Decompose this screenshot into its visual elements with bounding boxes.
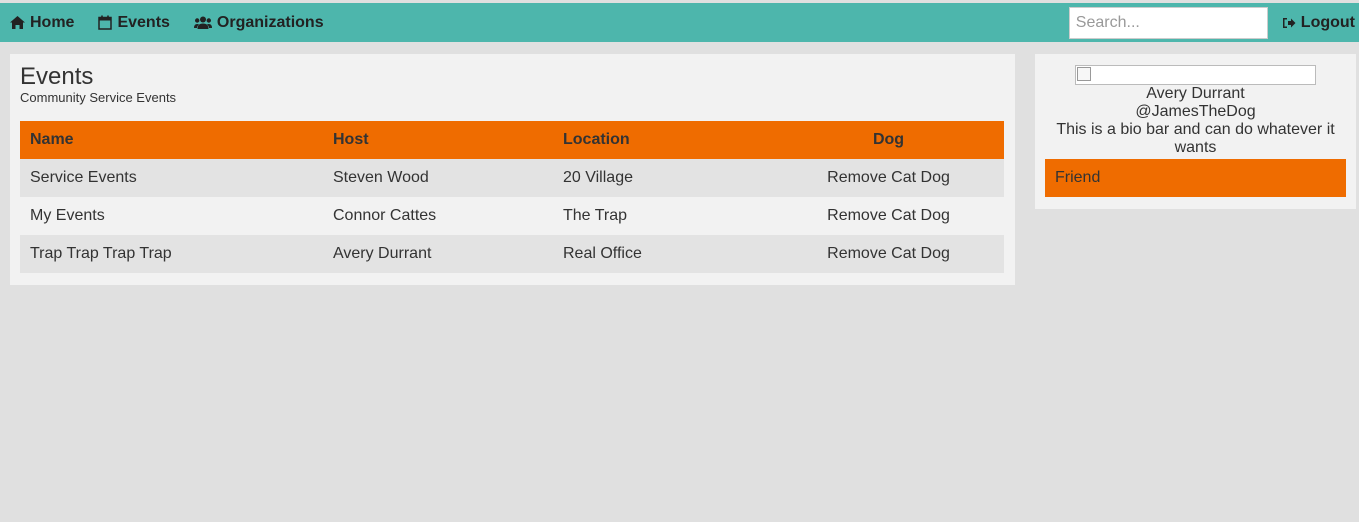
calendar-icon	[98, 15, 113, 30]
column-header-name: Name	[30, 131, 74, 148]
event-name-cell: Service Events	[30, 169, 137, 186]
nav-events-label: Events	[117, 13, 170, 31]
event-dog-cell: Remove Cat Dog	[827, 245, 950, 262]
table-row[interactable]: Trap Trap Trap Trap Avery Durrant Real O…	[20, 235, 1004, 273]
friend-button[interactable]: Friend	[1045, 159, 1346, 197]
page-title: Events	[20, 63, 94, 90]
nav-organizations-link[interactable]: Organizations	[193, 13, 324, 32]
event-location-cell: The Trap	[563, 207, 628, 224]
events-panel: Events Community Service Events Name Hos…	[10, 54, 1015, 285]
event-host-cell: Avery Durrant	[333, 245, 432, 262]
nav-right-group: Logout	[1068, 6, 1359, 39]
event-location-cell: 20 Village	[563, 169, 633, 186]
column-header-dog: Dog	[872, 131, 905, 148]
nav-events-link[interactable]: Events	[98, 13, 170, 32]
broken-image-icon	[1077, 67, 1091, 81]
profile-bio: This is a bio bar and can do whatever it…	[1056, 121, 1335, 156]
event-location-cell: Real Office	[563, 245, 642, 262]
profile-image	[1075, 65, 1316, 85]
home-icon	[10, 16, 25, 29]
event-dog-cell: Remove Cat Dog	[827, 169, 950, 186]
top-navbar: Home Events Organizations Logout	[0, 3, 1359, 42]
events-table: Name Host Location Dog Service Events St…	[20, 121, 1004, 273]
logout-link[interactable]: Logout	[1282, 14, 1355, 32]
logout-icon	[1282, 17, 1296, 28]
event-name-cell: My Events	[30, 207, 105, 224]
page-subtitle: Community Service Events	[20, 90, 177, 105]
logout-label: Logout	[1300, 13, 1355, 31]
event-dog-cell: Remove Cat Dog	[827, 207, 950, 224]
users-icon	[193, 16, 212, 29]
nav-home-link[interactable]: Home	[10, 14, 74, 32]
event-host-cell: Steven Wood	[333, 169, 429, 186]
nav-organizations-label: Organizations	[216, 13, 324, 31]
search-input[interactable]	[1068, 6, 1268, 39]
table-header-row: Name Host Location Dog	[20, 121, 1004, 159]
table-row[interactable]: My Events Connor Cattes The Trap Remove …	[20, 197, 1004, 235]
column-header-host: Host	[333, 131, 369, 148]
profile-panel: Avery Durrant @JamesTheDog This is a bio…	[1035, 54, 1356, 209]
event-name-cell: Trap Trap Trap Trap	[30, 245, 172, 262]
profile-name: Avery Durrant	[1146, 85, 1245, 102]
profile-handle: @JamesTheDog	[1135, 103, 1256, 120]
nav-home-label: Home	[30, 13, 75, 31]
table-row[interactable]: Service Events Steven Wood 20 Village Re…	[20, 159, 1004, 197]
event-host-cell: Connor Cattes	[333, 207, 437, 224]
column-header-location: Location	[563, 131, 630, 148]
